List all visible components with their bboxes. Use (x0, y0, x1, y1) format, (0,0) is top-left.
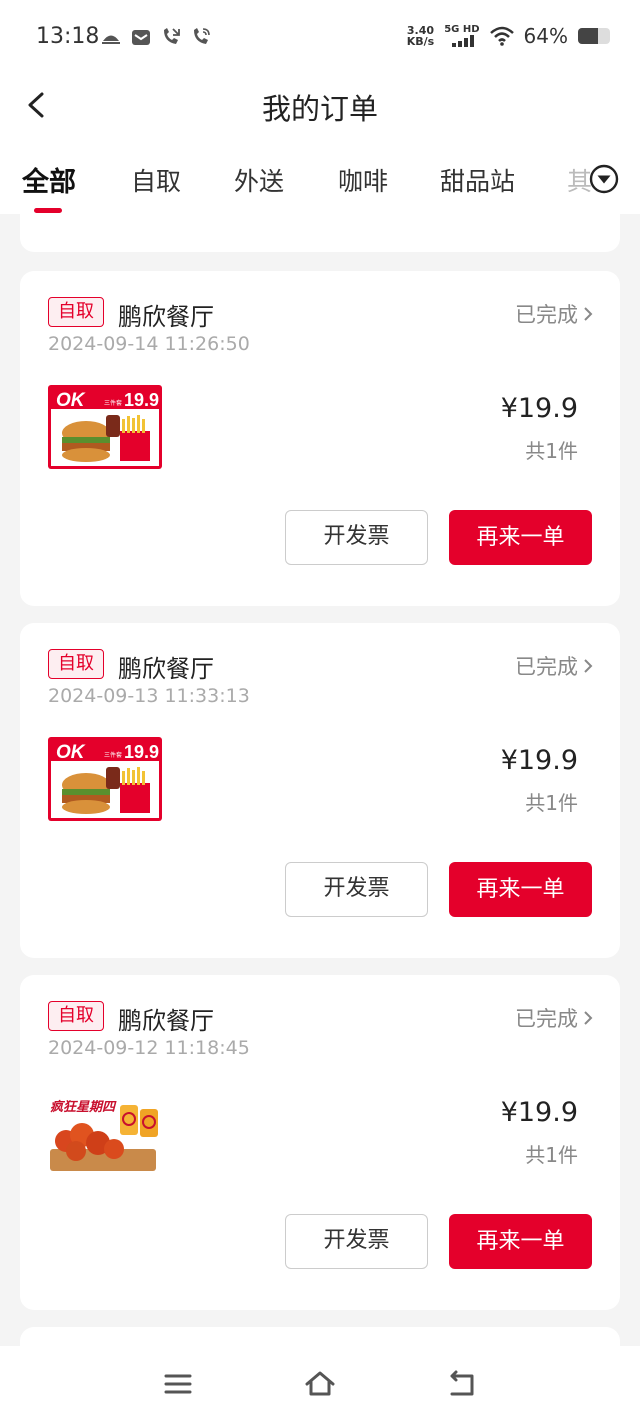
page-title: 我的订单 (261, 92, 378, 126)
weather-icon (102, 35, 120, 44)
order-time: 2024-09-12 11:18:45 (48, 1037, 250, 1059)
store-name: 鹏欣餐厅 (118, 303, 214, 331)
reorder-button[interactable]: 再来一单 (449, 510, 592, 565)
order-status[interactable]: 已完成 (515, 651, 594, 681)
message-icon (132, 30, 150, 45)
battery-icon (578, 28, 610, 44)
store-name: 鹏欣餐厅 (118, 655, 214, 683)
order-card[interactable]: 自取 鹏欣餐厅 已完成 2024-09-12 11:18:45 疯狂星期四 ¥1… (20, 975, 620, 1310)
menu-icon[interactable] (162, 1368, 194, 1400)
header: 我的订单 (0, 76, 640, 134)
image-badge-thursday: 疯狂星期四 (50, 1099, 117, 1115)
pickup-tag: 自取 (48, 297, 104, 327)
order-status-label: 已完成 (515, 303, 578, 327)
store-name: 鹏欣餐厅 (118, 1007, 214, 1035)
order-card[interactable]: 自取 鹏欣餐厅 已完成 2024-09-13 11:33:13 OK 19.9 … (20, 623, 620, 958)
missed-call-icon (164, 28, 180, 44)
order-card-partial (20, 1327, 620, 1346)
tab-all[interactable]: 全部 (22, 160, 76, 199)
fried-chicken-image: 疯狂星期四 (48, 1089, 162, 1173)
image-badge-sub: 三件套 (104, 399, 122, 407)
order-time: 2024-09-13 11:33:13 (48, 685, 250, 707)
expand-tabs-icon[interactable] (588, 163, 620, 195)
item-count: 共1件 (525, 1143, 578, 1167)
order-card[interactable]: 自取 鹏欣餐厅 已完成 2024-09-14 11:26:50 OK 19.9 … (20, 271, 620, 606)
notification-icons (100, 26, 212, 48)
battery-fill (578, 28, 599, 44)
signal-icon (451, 35, 474, 47)
invoice-button[interactable]: 开发票 (285, 510, 428, 565)
order-status[interactable]: 已完成 (515, 299, 594, 329)
battery-percent: 64% (523, 24, 568, 48)
status-right: 3.40 KB/s 5G HD 64% (407, 24, 610, 48)
order-list[interactable]: 自取 鹏欣餐厅 已完成 2024-09-14 11:26:50 OK 19.9 … (0, 214, 640, 1346)
tab-pickup[interactable]: 自取 (131, 162, 181, 198)
image-badge-ok: OK (56, 742, 86, 763)
order-status[interactable]: 已完成 (515, 1003, 594, 1033)
order-tabs: 全部 自取 外送 咖啡 甜品站 其 (0, 134, 640, 214)
order-price: ¥19.9 (500, 393, 578, 424)
status-bar: 13:18 3.40 KB/s 5G HD 64% (0, 0, 640, 76)
item-count: 共1件 (525, 791, 578, 815)
image-badge-sub: 三件套 (104, 751, 122, 759)
active-tab-indicator (34, 208, 62, 213)
invoice-button[interactable]: 开发票 (285, 1214, 428, 1269)
order-status-label: 已完成 (515, 655, 578, 679)
pickup-tag: 自取 (48, 649, 104, 679)
image-badge-ok: OK (56, 390, 86, 411)
pickup-tag: 自取 (48, 1001, 104, 1031)
signal: 5G HD (444, 24, 480, 47)
burger-combo-image: OK 19.9 三件套 (48, 385, 162, 469)
tab-coffee[interactable]: 咖啡 (338, 162, 388, 198)
tab-dessert[interactable]: 甜品站 (440, 162, 515, 198)
wifi-icon (489, 26, 514, 46)
image-badge-price: 19.9 (124, 390, 159, 410)
system-nav-bar (0, 1346, 640, 1422)
image-badge-price: 19.9 (124, 742, 159, 762)
order-price: ¥19.9 (500, 745, 578, 776)
item-count: 共1件 (525, 439, 578, 463)
home-icon[interactable] (304, 1368, 336, 1400)
status-time: 13:18 (36, 24, 100, 49)
network-type: 5G HD (444, 24, 480, 35)
order-status-label: 已完成 (515, 1007, 578, 1031)
chevron-right-icon (584, 659, 593, 673)
call-icon (194, 28, 210, 44)
reorder-button[interactable]: 再来一单 (449, 862, 592, 917)
back-icon[interactable] (446, 1368, 478, 1400)
order-time: 2024-09-14 11:26:50 (48, 333, 250, 355)
tab-delivery[interactable]: 外送 (234, 162, 284, 198)
burger-combo-image: OK 19.9 三件套 (48, 737, 162, 821)
invoice-button[interactable]: 开发票 (285, 862, 428, 917)
order-price: ¥19.9 (500, 1097, 578, 1128)
net-speed: 3.40 KB/s (407, 25, 434, 47)
net-speed-unit: KB/s (406, 35, 435, 48)
reorder-button[interactable]: 再来一单 (449, 1214, 592, 1269)
chevron-right-icon (584, 1011, 593, 1025)
chevron-right-icon (584, 307, 593, 321)
order-card-partial (20, 214, 620, 252)
